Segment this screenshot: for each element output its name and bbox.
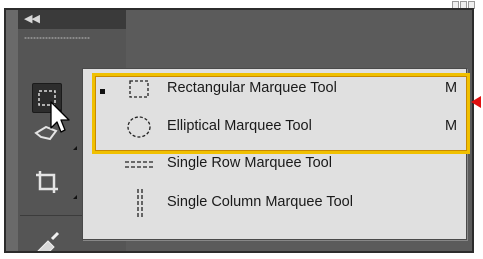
flyout-indicator <box>73 195 77 199</box>
menu-item-label: Single Column Marquee Tool <box>167 194 353 210</box>
red-callout-arrow-icon <box>471 96 481 108</box>
panel-collapse-bar[interactable]: ◀◀ <box>18 10 126 30</box>
crop-icon <box>36 171 58 193</box>
double-chevron-left-icon[interactable]: ◀◀ <box>24 12 40 25</box>
crop-tool-button[interactable] <box>32 167 62 197</box>
menu-item-single-column-marquee[interactable]: Single Column Marquee Tool <box>83 183 466 218</box>
window-corner-decoration <box>452 0 476 9</box>
dashed-row-icon <box>125 161 153 168</box>
dashed-column-icon <box>137 189 143 218</box>
eyedropper-icon <box>37 231 60 251</box>
highlight-annotation-box <box>92 73 470 154</box>
mouse-pointer-icon <box>50 101 70 133</box>
flyout-indicator <box>73 146 77 150</box>
panel-grip[interactable] <box>24 36 90 40</box>
eyedropper-tool-button[interactable] <box>28 229 60 251</box>
menu-item-label: Single Row Marquee Tool <box>167 155 332 171</box>
